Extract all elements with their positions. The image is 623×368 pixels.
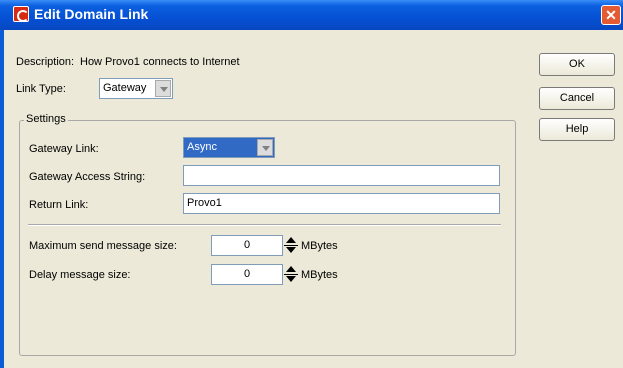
chevron-down-icon[interactable]	[155, 80, 171, 97]
link-type-dropdown[interactable]: Gateway	[99, 78, 173, 99]
return-link-label: Return Link:	[29, 199, 89, 211]
settings-separator	[28, 224, 501, 226]
delay-input[interactable]: 0	[211, 264, 283, 285]
chevron-down-icon[interactable]	[257, 139, 273, 156]
max-send-stepper[interactable]	[284, 235, 298, 256]
close-button[interactable]: ✕	[601, 5, 621, 25]
description-label: Description:	[16, 56, 75, 68]
gateway-access-string-field[interactable]	[183, 165, 500, 186]
delay-unit: MBytes	[301, 269, 338, 281]
dialog-body: Description: How Provo1 connects to Inte…	[4, 30, 623, 368]
arrow-down-icon[interactable]	[284, 275, 298, 285]
dialog-window: Edit Domain Link ✕ Description: How Prov…	[0, 0, 623, 368]
dialog-title: Edit Domain Link	[34, 6, 149, 22]
max-send-unit: MBytes	[301, 240, 338, 252]
settings-group-title: Settings	[24, 113, 68, 125]
gateway-access-string-label: Gateway Access String:	[29, 171, 146, 183]
title-bar[interactable]: Edit Domain Link ✕	[0, 0, 623, 30]
link-type-value: Gateway	[103, 82, 147, 94]
cancel-button[interactable]: Cancel	[539, 87, 615, 110]
max-send-input[interactable]: 0	[211, 235, 283, 256]
gateway-link-value: Async	[187, 141, 217, 153]
description-value: How Provo1 connects to Internet	[80, 56, 240, 68]
gateway-link-label: Gateway Link:	[29, 143, 99, 155]
app-logo-icon	[13, 6, 29, 22]
return-link-field[interactable]: Provo1	[183, 193, 500, 214]
delay-stepper[interactable]	[284, 264, 298, 285]
delay-label: Delay message size:	[29, 269, 131, 281]
ok-button[interactable]: OK	[539, 53, 615, 76]
arrow-up-icon[interactable]	[284, 235, 298, 245]
help-button[interactable]: Help	[539, 118, 615, 141]
max-send-label: Maximum send message size:	[29, 240, 177, 252]
link-type-label: Link Type:	[16, 83, 66, 95]
arrow-up-icon[interactable]	[284, 264, 298, 274]
gateway-link-dropdown[interactable]: Async	[183, 137, 275, 158]
arrow-down-icon[interactable]	[284, 246, 298, 256]
